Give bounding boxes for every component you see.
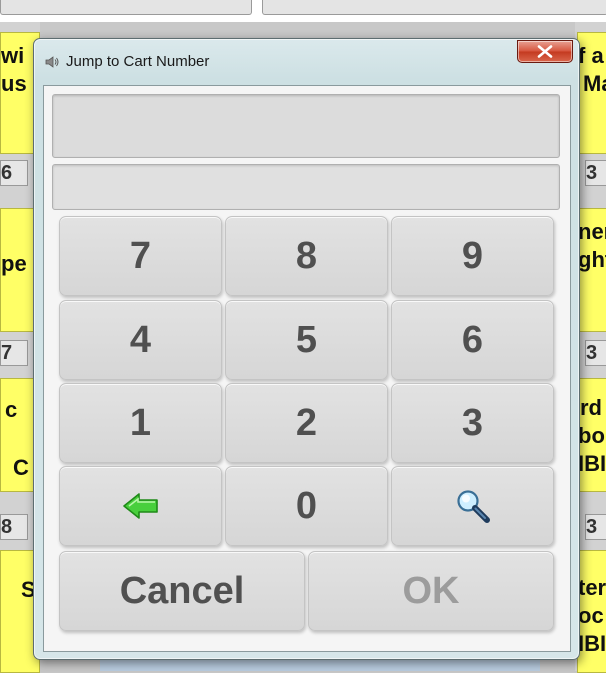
close-icon <box>537 45 553 58</box>
search-button[interactable] <box>391 466 554 546</box>
bg-cart-cell: ter oc IBI <box>577 550 606 673</box>
bg-cart-text: ter <box>578 575 606 600</box>
key-2[interactable]: 2 <box>225 383 388 463</box>
key-3[interactable]: 3 <box>391 383 554 463</box>
bg-cart-text: us <box>1 71 27 96</box>
window-title: Jump to Cart Number <box>66 53 210 70</box>
magnifier-icon <box>456 490 490 523</box>
bg-cart-number: 6 <box>0 160 28 186</box>
key-5[interactable]: 5 <box>225 300 388 380</box>
bg-cart-number: 3 <box>585 340 606 366</box>
key-6[interactable]: 6 <box>391 300 554 380</box>
bg-cart-text: c <box>5 397 18 422</box>
bg-cart-cell: f a Ma <box>577 32 606 154</box>
speaker-icon <box>44 54 60 70</box>
title-bar[interactable]: Jump to Cart Number <box>34 39 579 85</box>
bg-cart-text: Ma <box>583 71 606 96</box>
bg-cart-text: ner <box>578 219 606 244</box>
bg-cart-text: bo <box>578 423 605 448</box>
backspace-button[interactable] <box>59 466 222 546</box>
bg-top-tab <box>262 0 606 15</box>
key-0[interactable]: 0 <box>225 466 388 546</box>
bg-cart-text: rd <box>580 395 602 420</box>
bg-cart-number: 3 <box>585 160 606 186</box>
bg-cart-cell: ner ght <box>577 208 606 332</box>
ok-button[interactable]: OK <box>308 551 554 631</box>
dialog-content: 7 8 9 4 5 6 1 2 3 0 Cancel OK <box>43 85 571 652</box>
cancel-button[interactable]: Cancel <box>59 551 305 631</box>
cart-number-display <box>52 94 560 158</box>
bg-cart-text: f a <box>578 43 604 68</box>
key-4[interactable]: 4 <box>59 300 222 380</box>
green-left-arrow-icon <box>122 493 158 519</box>
close-button[interactable] <box>517 40 573 63</box>
key-1[interactable]: 1 <box>59 383 222 463</box>
bg-cart-text: IBI <box>578 451 606 476</box>
jump-to-cart-dialog: Jump to Cart Number 7 8 9 4 5 6 1 2 3 0 <box>33 38 580 660</box>
bg-top-tab <box>0 0 252 15</box>
bg-cart-number: 8 <box>0 514 28 540</box>
bg-cart-text: wi <box>1 43 25 68</box>
key-9[interactable]: 9 <box>391 216 554 296</box>
bg-cart-cell: rd bo IBI <box>577 378 606 492</box>
bg-cart-number: 7 <box>0 340 28 366</box>
cart-info-display <box>52 164 560 210</box>
key-8[interactable]: 8 <box>225 216 388 296</box>
bg-cart-text: C <box>13 455 29 480</box>
bg-cart-text: pe <box>1 251 27 276</box>
bg-cart-text: IBI <box>578 631 606 656</box>
key-7[interactable]: 7 <box>59 216 222 296</box>
bg-cart-text: oc <box>578 603 604 628</box>
bg-cart-number: 3 <box>585 514 606 540</box>
bg-cart-text: ght <box>578 247 606 272</box>
